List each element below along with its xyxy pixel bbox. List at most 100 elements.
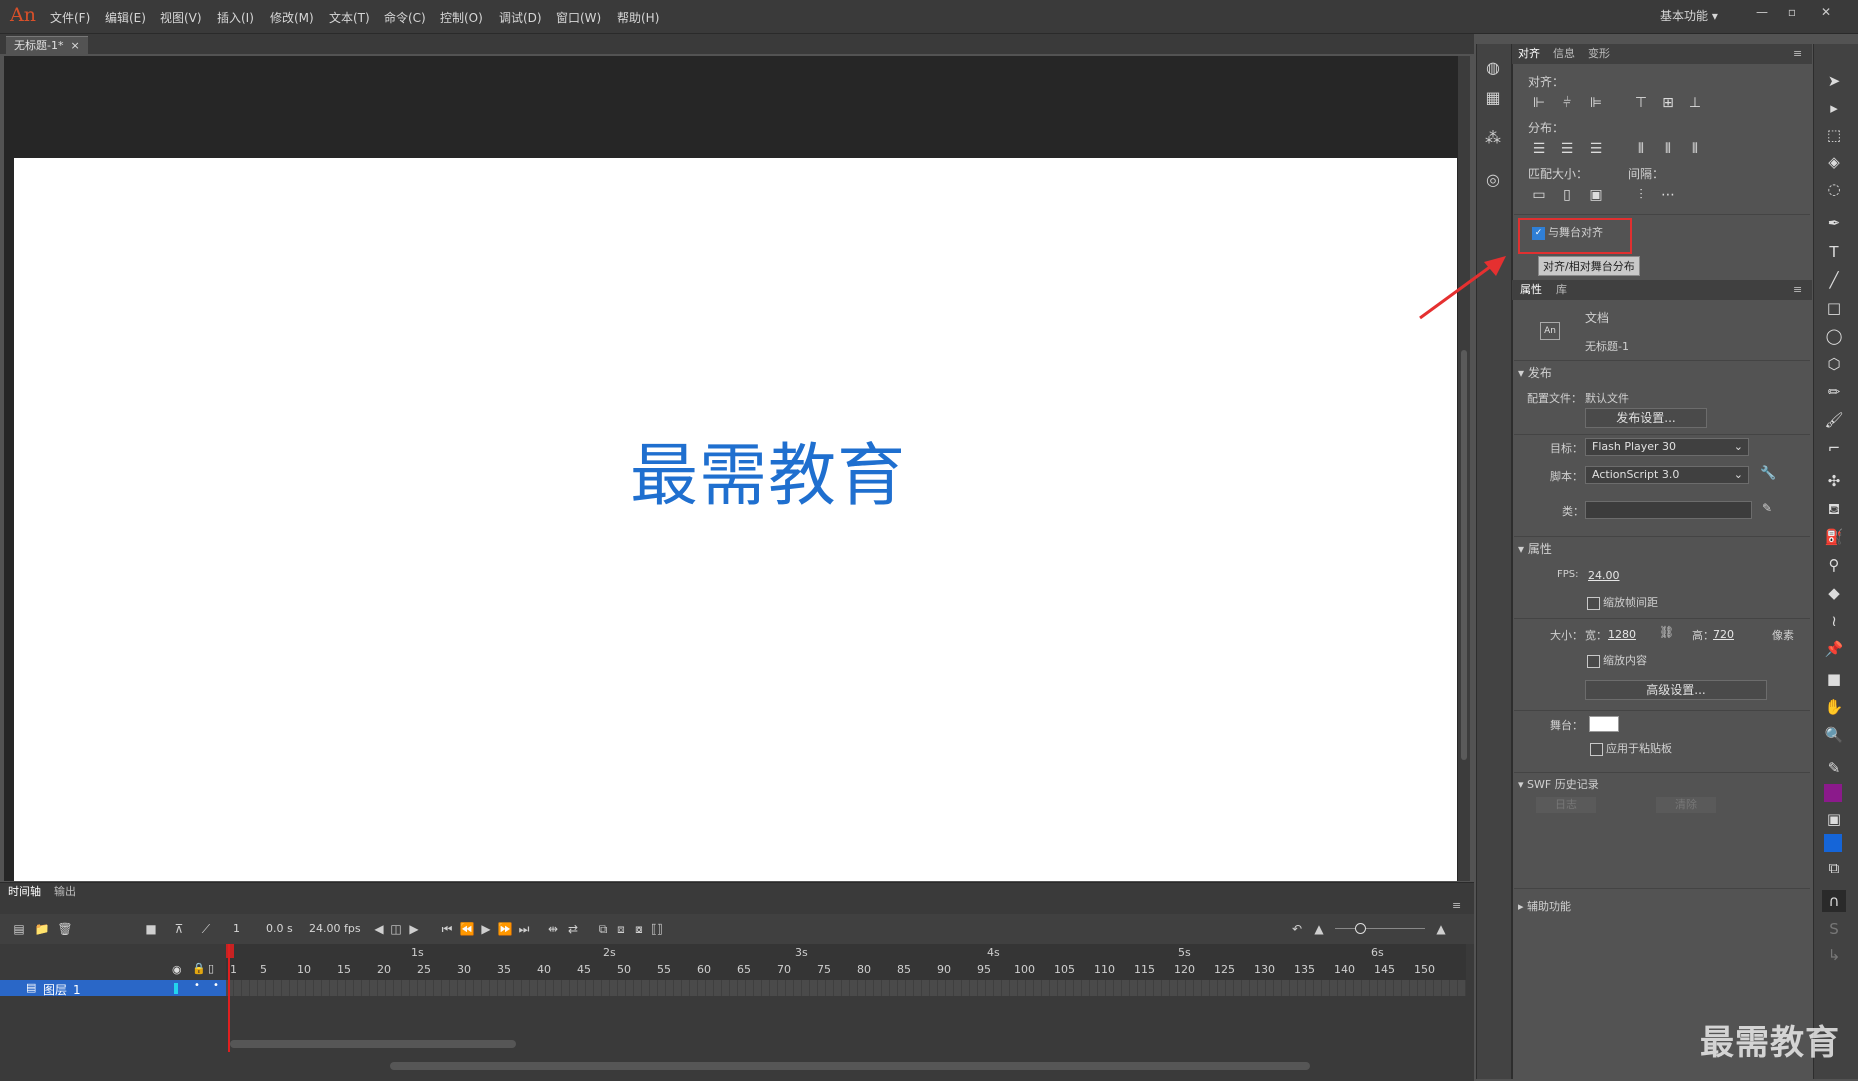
stage[interactable]: [14, 158, 1457, 881]
step-back-icon[interactable]: ⏪: [458, 921, 476, 937]
subselection-tool-icon[interactable]: ▸: [1822, 97, 1846, 119]
play-icon[interactable]: ▶: [477, 921, 495, 937]
tab-timeline[interactable]: 时间轴: [8, 884, 41, 900]
publish-section-header[interactable]: ▾ 发布: [1518, 364, 1552, 381]
menu-commands[interactable]: 命令(C): [384, 9, 426, 26]
width-tool-icon[interactable]: ≀: [1822, 610, 1846, 632]
current-frame[interactable]: 1: [233, 922, 240, 935]
align-bottom-icon[interactable]: ⊥: [1685, 94, 1705, 112]
polystar-tool-icon[interactable]: ⬡: [1822, 353, 1846, 375]
hand-tool-icon[interactable]: ✋: [1822, 696, 1846, 718]
pencil-tool-icon[interactable]: ✏: [1822, 381, 1846, 403]
menu-file[interactable]: 文件(F): [50, 9, 90, 26]
stage-align-checkbox[interactable]: ✓: [1532, 227, 1545, 240]
onion-skin-icon[interactable]: ⧉: [594, 921, 612, 937]
smooth-icon[interactable]: S: [1822, 918, 1846, 940]
width-value[interactable]: 1280: [1608, 628, 1636, 641]
stage-scroll-thumb[interactable]: [1461, 350, 1467, 760]
visibility-icon[interactable]: ◉: [172, 963, 182, 976]
fps-value[interactable]: 24.00: [1588, 569, 1620, 582]
log-button[interactable]: 日志: [1536, 797, 1596, 813]
align-top-icon[interactable]: ⊤: [1631, 94, 1651, 112]
menu-control[interactable]: 控制(O): [440, 9, 483, 26]
insert-keyframe-icon[interactable]: ◫: [387, 921, 405, 937]
menu-text[interactable]: 文本(T): [329, 9, 370, 26]
menu-insert[interactable]: 插入(I): [217, 9, 254, 26]
scale-spacing-checkbox[interactable]: [1587, 597, 1600, 610]
advanced-settings-button[interactable]: 高级设置...: [1585, 680, 1767, 700]
menu-help[interactable]: 帮助(H): [617, 9, 659, 26]
menu-view[interactable]: 视图(V): [160, 9, 202, 26]
link-icon[interactable]: ⛓: [1659, 625, 1674, 639]
stage-align-label[interactable]: 与舞台对齐: [1548, 224, 1603, 240]
new-folder-icon[interactable]: 📁: [33, 921, 51, 937]
text-tool-icon[interactable]: T: [1822, 241, 1846, 263]
stroke-swatch[interactable]: [1824, 834, 1842, 852]
lasso-tool-icon[interactable]: ◌: [1822, 178, 1846, 200]
bone-tool-icon[interactable]: ✣: [1822, 470, 1846, 492]
apply-pasteboard-checkbox[interactable]: [1590, 743, 1603, 756]
align-vcenter-icon[interactable]: ⊞: [1658, 94, 1678, 112]
go-last-frame-icon[interactable]: ⏭: [515, 921, 533, 937]
layer-color-marker[interactable]: [174, 983, 178, 994]
line-tool-icon[interactable]: ╱: [1822, 269, 1846, 291]
cc-libraries-icon[interactable]: ◎: [1482, 170, 1504, 190]
scale-spacing-label[interactable]: 缩放帧间距: [1603, 594, 1658, 610]
go-first-frame-icon[interactable]: ⏮: [438, 921, 456, 937]
brush-tool-icon[interactable]: 🖌: [1822, 409, 1846, 431]
zoom-out-icon[interactable]: ▲: [1310, 921, 1328, 937]
default-colors-icon[interactable]: ⧉: [1822, 857, 1846, 879]
camera-icon[interactable]: ■: [142, 921, 160, 937]
ink-bottle-tool-icon[interactable]: ⛽: [1822, 526, 1846, 548]
undo-icon[interactable]: ↶: [1288, 921, 1306, 937]
oval-tool-icon[interactable]: ◯: [1822, 325, 1846, 347]
match-width-icon[interactable]: ▭: [1529, 186, 1549, 204]
tab-library[interactable]: 库: [1556, 280, 1567, 300]
menu-debug[interactable]: 调试(D): [499, 9, 542, 26]
loop-icon[interactable]: ⇄: [564, 921, 582, 937]
swap-colors-icon[interactable]: ▣: [1822, 808, 1846, 830]
straighten-icon[interactable]: ↳: [1822, 944, 1846, 966]
layer-frames[interactable]: [226, 980, 1466, 996]
layer-lock-dot[interactable]: •: [213, 980, 219, 991]
distribute-vcenter-icon[interactable]: ☰: [1557, 140, 1577, 158]
stage-horizontal-scrollbar[interactable]: [390, 1062, 1310, 1070]
minimize-icon[interactable]: —: [1748, 3, 1776, 21]
swatches-panel-icon[interactable]: ▦: [1482, 88, 1504, 108]
clear-button[interactable]: 清除: [1656, 797, 1716, 813]
distribute-right-icon[interactable]: ⫴: [1685, 140, 1705, 158]
close-icon[interactable]: ×: [70, 39, 79, 52]
modify-markers-icon[interactable]: ⟦⟧: [648, 921, 666, 937]
align-left-icon[interactable]: ⊩: [1529, 94, 1549, 112]
menu-modify[interactable]: 修改(M): [270, 9, 314, 26]
close-icon[interactable]: ✕: [1812, 3, 1840, 21]
color-panel-icon[interactable]: ◍: [1482, 58, 1504, 78]
eraser-tool-icon[interactable]: ◆: [1822, 582, 1846, 604]
menu-edit[interactable]: 编辑(E): [105, 9, 146, 26]
swf-history-section-header[interactable]: ▾ SWF 历史记录: [1518, 776, 1599, 792]
zoom-in-icon[interactable]: ▲: [1432, 921, 1450, 937]
script-select[interactable]: ActionScript 3.0 ⌄: [1585, 466, 1749, 484]
zoom-slider-track[interactable]: [1335, 928, 1425, 929]
tab-align[interactable]: 对齐: [1518, 44, 1540, 64]
distribute-bottom-icon[interactable]: ☰: [1586, 140, 1606, 158]
pencil-icon[interactable]: ✎: [1762, 501, 1772, 515]
align-hcenter-icon[interactable]: ⫩: [1557, 94, 1577, 112]
accessibility-section-header[interactable]: ▸ 辅助功能: [1518, 898, 1571, 914]
align-right-icon[interactable]: ⊫: [1586, 94, 1606, 112]
free-transform-tool-icon[interactable]: ⬚: [1822, 124, 1846, 146]
space-vertical-icon[interactable]: ⫶: [1631, 186, 1651, 204]
menu-window[interactable]: 窗口(W): [556, 9, 601, 26]
outline-icon[interactable]: ▯: [208, 962, 214, 975]
selection-tool-icon[interactable]: ➤: [1822, 70, 1846, 92]
class-input[interactable]: [1585, 501, 1752, 519]
paint-bucket-tool-icon[interactable]: ⛾: [1822, 498, 1846, 520]
onion-skin-outline-icon[interactable]: ⧈: [612, 921, 630, 937]
next-keyframe-icon[interactable]: ▶: [405, 921, 423, 937]
zoom-tool-icon[interactable]: 🔍: [1822, 724, 1846, 746]
tab-info[interactable]: 信息: [1553, 44, 1575, 64]
camera-tool-icon[interactable]: ■: [1822, 668, 1846, 690]
publish-settings-button[interactable]: 发布设置...: [1585, 408, 1707, 428]
stage-color-swatch[interactable]: [1589, 716, 1619, 732]
rectangle-tool-icon[interactable]: □: [1822, 297, 1846, 319]
